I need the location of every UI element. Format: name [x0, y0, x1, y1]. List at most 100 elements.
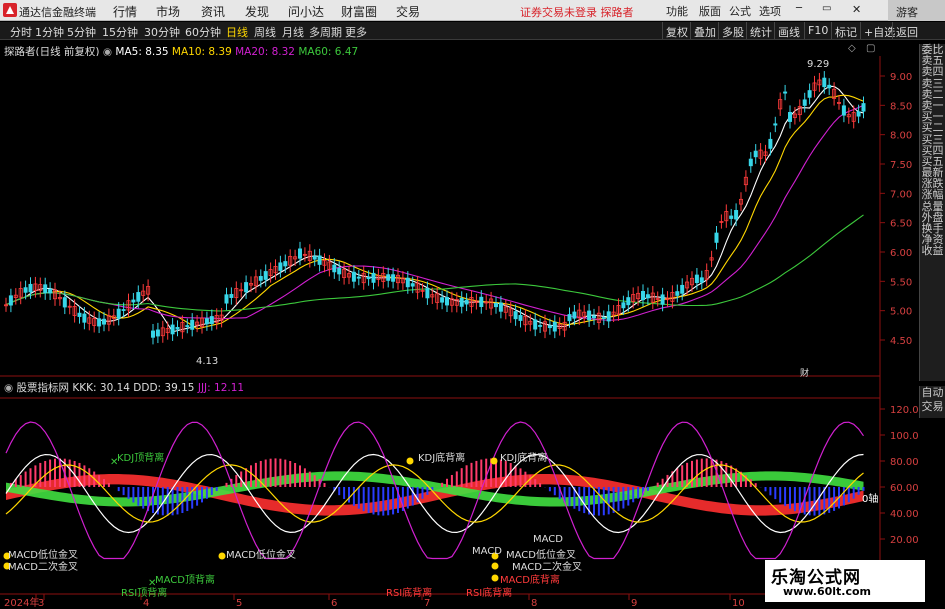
candle-body	[440, 297, 445, 303]
macd-bar	[646, 487, 649, 491]
side-tab[interactable]: 买二	[920, 122, 945, 133]
macd-bar	[793, 487, 796, 512]
macd-bar	[352, 487, 355, 506]
candle-body	[538, 325, 543, 327]
price-tick-label: 7.50	[890, 160, 912, 171]
auto-trade-panel: 自动 交易	[919, 386, 945, 418]
side-tab[interactable]: 卖四	[920, 66, 945, 77]
macd-bar	[387, 487, 390, 516]
date-tick-label: 6	[331, 598, 337, 609]
macd-bar	[196, 487, 199, 506]
candle-body	[753, 150, 758, 158]
candle-body	[8, 295, 13, 306]
side-tab[interactable]: 买三	[920, 133, 945, 144]
macd-bar	[201, 487, 203, 503]
candle-body	[601, 317, 606, 319]
candle-body	[209, 316, 214, 324]
low-price-label: 4.13	[196, 356, 219, 367]
cross-marker-icon: ✕	[110, 457, 119, 468]
macd-bar	[446, 478, 448, 487]
macd-bar	[681, 465, 684, 487]
macd-bar	[568, 487, 571, 506]
macd-bar	[441, 482, 444, 487]
signal-dot	[491, 562, 499, 570]
candle-body	[444, 297, 449, 306]
watermark-url: www.60lt.com	[783, 585, 872, 598]
candle-body	[729, 215, 734, 219]
macd-bar	[656, 482, 659, 487]
macd-bar	[421, 487, 424, 499]
macd-bar	[705, 458, 708, 487]
candle-body	[43, 284, 48, 294]
macd-bar	[83, 465, 86, 487]
price-tick-label: 9.00	[890, 72, 912, 83]
candle-body	[317, 255, 322, 265]
candle-body	[332, 264, 337, 273]
candle-body	[572, 311, 577, 319]
candle-body	[513, 311, 518, 320]
macd-bar	[676, 468, 679, 487]
candle-body	[23, 287, 28, 293]
macd-bar	[529, 475, 532, 487]
macd-bar	[107, 482, 110, 487]
macd-bar	[137, 487, 140, 506]
price-tick-label: 6.50	[890, 219, 912, 230]
macd-bar	[833, 487, 836, 511]
price-tick-label: 8.50	[890, 101, 912, 112]
macd-bar	[127, 487, 130, 499]
candle-body	[185, 325, 190, 328]
event-marker[interactable]: 财	[800, 366, 809, 379]
macd-bar	[289, 461, 292, 487]
macd-bar	[519, 468, 522, 487]
candle-body	[533, 319, 538, 330]
macd-bar	[362, 487, 365, 512]
candle-body	[224, 294, 229, 304]
macd-bar	[769, 487, 772, 496]
macd-bar	[269, 458, 272, 487]
candle-body	[351, 271, 356, 282]
macd-bar	[539, 483, 542, 487]
candle-body	[856, 111, 861, 117]
macd-bar	[254, 462, 257, 487]
chart-canvas[interactable]: 9.00 8.50 8.00 7.50 7.00 6.50 6.00 5.50 5.00 4.50…	[0, 0, 945, 609]
candle-body	[626, 297, 631, 306]
macd-bar	[514, 465, 517, 487]
candle-body	[822, 77, 827, 88]
side-tab[interactable]: 收益	[920, 245, 945, 256]
macd-bar	[19, 475, 22, 487]
macd-bar	[774, 487, 777, 500]
candle-body	[356, 276, 361, 279]
candle-body	[518, 315, 523, 321]
date-tick-label: 3	[38, 598, 44, 609]
macd-bar	[279, 458, 282, 487]
trade-tab[interactable]: 交易	[920, 400, 945, 414]
candle-body	[155, 329, 160, 337]
candle-body	[150, 330, 155, 338]
candle-body	[645, 294, 650, 299]
side-tab[interactable]: 涨幅	[920, 189, 945, 200]
macd-bar	[470, 462, 473, 487]
macd-bar	[548, 487, 551, 492]
date-tick-label: 7	[424, 598, 430, 609]
candle-body	[773, 123, 778, 126]
indicator-tick-label: 100.0	[890, 431, 919, 442]
candle-body	[567, 314, 572, 322]
candle-body	[410, 283, 415, 287]
candle-body	[493, 303, 498, 308]
macd-bar	[152, 487, 154, 514]
auto-tab[interactable]: 自动	[920, 386, 945, 400]
macd-bar	[225, 482, 228, 487]
macd-bar	[627, 487, 630, 506]
candle-body	[592, 315, 597, 319]
candle-body	[587, 310, 592, 321]
macd-bar	[264, 459, 267, 487]
candle-body	[547, 325, 552, 329]
candle-body	[263, 271, 268, 280]
signal-dot	[491, 574, 499, 582]
indicator-tick-label: 40.00	[890, 509, 919, 520]
macd-bar	[117, 487, 120, 492]
candle-body	[734, 210, 739, 220]
macd-bar	[186, 487, 189, 512]
candle-body	[82, 313, 87, 323]
macd-bar	[122, 487, 125, 496]
